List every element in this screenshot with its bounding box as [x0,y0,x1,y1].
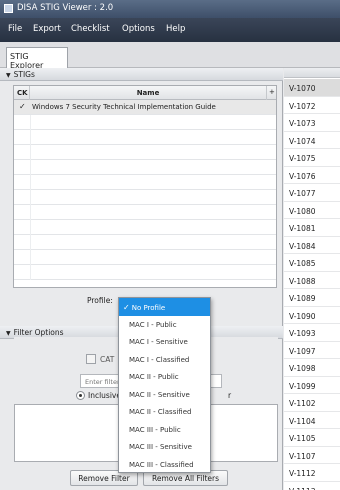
vulnerability-row[interactable]: V-1073 [284,114,340,132]
vulnerability-row[interactable]: V-1105 [284,429,340,447]
vulnerability-row[interactable]: V-1112 [284,464,340,482]
menu-checklist[interactable]: Checklist [71,24,110,34]
vulnerability-row[interactable]: V-1104 [284,412,340,429]
menu-export[interactable]: Export [33,24,61,34]
vulnerability-row[interactable]: V-1098 [284,359,340,377]
profile-option[interactable]: MAC III - Classified [119,456,210,474]
app-icon [4,4,13,13]
stig-table: CK Name + ✓ Windows 7 Security Technical… [13,85,277,288]
cat-checkbox[interactable] [86,354,96,364]
table-row-empty [14,130,276,145]
window-title: DISA STIG Viewer : 2.0 [17,3,114,13]
exclusive-label: r [228,391,232,400]
menu-options[interactable]: Options [122,24,155,34]
vulnerability-list: V-1070 V-1072 V-1073 V-1074 V-1075 V-1076 V-10… [284,68,340,490]
vulnerability-row[interactable]: V-1113 [284,482,340,490]
vulnerability-row[interactable]: V-1107 [284,447,340,464]
table-row-empty [14,265,276,280]
profile-option[interactable]: MAC I - Classified [119,351,210,369]
inclusive-radio[interactable] [76,391,85,400]
vulnerability-row[interactable]: V-1075 [284,149,340,167]
profile-option[interactable]: MAC II - Public [119,368,210,386]
vulnerability-row[interactable]: V-1072 [284,97,340,114]
vulnerability-row[interactable]: V-1089 [284,289,340,307]
table-row-empty [14,115,276,130]
inclusive-label: Inclusive [88,391,121,400]
vulnerability-row[interactable]: V-1077 [284,184,340,202]
stigs-section-title: STIGs [13,70,35,79]
menu-help[interactable]: Help [166,24,185,34]
triangle-down-icon: ▼ [6,72,11,79]
filter-section-title: Filter Options [13,328,64,337]
table-header: CK Name + [14,86,276,100]
table-row-empty [14,160,276,175]
column-name[interactable]: Name [30,86,266,100]
stig-name: Windows 7 Security Technical Implementat… [32,103,216,111]
profile-option[interactable]: MAC III - Public [119,421,210,439]
vulnerability-row[interactable]: V-1085 [284,254,340,272]
vulnerability-row[interactable]: V-1097 [284,342,340,359]
table-row-empty [14,175,276,190]
profile-option[interactable]: MAC I - Public [119,316,210,334]
vulnerability-row[interactable]: V-1076 [284,167,340,184]
table-row-empty [14,145,276,160]
profile-option-label: No Profile [131,304,166,312]
profile-label: Profile: [87,296,113,305]
vulnerability-row[interactable]: V-1099 [284,377,340,394]
vulnerability-row[interactable]: V-1084 [284,237,340,254]
column-ck[interactable]: CK [14,86,30,100]
column-add[interactable]: + [266,86,276,100]
menu-file[interactable]: File [8,24,22,34]
menu-bar: File Export Checklist Options Help [0,18,340,42]
profile-option-selected[interactable]: ✓ No Profile [119,298,210,316]
table-row-empty [14,250,276,265]
table-row-empty [14,220,276,235]
vulnerability-row[interactable]: V-1090 [284,307,340,324]
profile-option[interactable]: MAC III - Sensitive [119,438,210,456]
profile-option[interactable]: MAC II - Sensitive [119,386,210,404]
vulnerability-row[interactable]: V-1088 [284,272,340,289]
stigs-section-header[interactable]: ▼ STIGs [0,68,283,81]
cat-label: CAT [100,355,115,364]
vulnerability-row[interactable]: V-1081 [284,219,340,237]
table-row-empty [14,205,276,220]
vulnerability-row[interactable]: V-1093 [284,324,340,342]
vulnerability-row[interactable]: V-1102 [284,394,340,412]
profile-option[interactable]: MAC I - Sensitive [119,333,210,351]
window-titlebar: DISA STIG Viewer : 2.0 [0,0,340,18]
table-row-empty [14,190,276,205]
tab-stig-explorer[interactable]: STIG Explorer [6,47,68,70]
checkmark-icon[interactable]: ✓ [19,102,26,111]
profile-option[interactable]: MAC II - Classified [119,403,210,421]
table-row[interactable]: ✓ Windows 7 Security Technical Implement… [14,100,276,115]
triangle-down-icon: ▼ [6,330,11,337]
check-icon: ✓ [123,303,130,312]
table-row-empty [14,235,276,250]
tab-strip: STIG Explorer [0,42,340,70]
vulnerability-row[interactable]: V-1074 [284,132,340,149]
vulnerability-row[interactable]: V-1080 [284,202,340,219]
vulnerability-row[interactable]: V-1070 [284,79,340,97]
vulnerability-list-header [284,68,340,78]
profile-dropdown[interactable]: ✓ No Profile MAC I - Public MAC I - Sensi… [118,297,211,473]
